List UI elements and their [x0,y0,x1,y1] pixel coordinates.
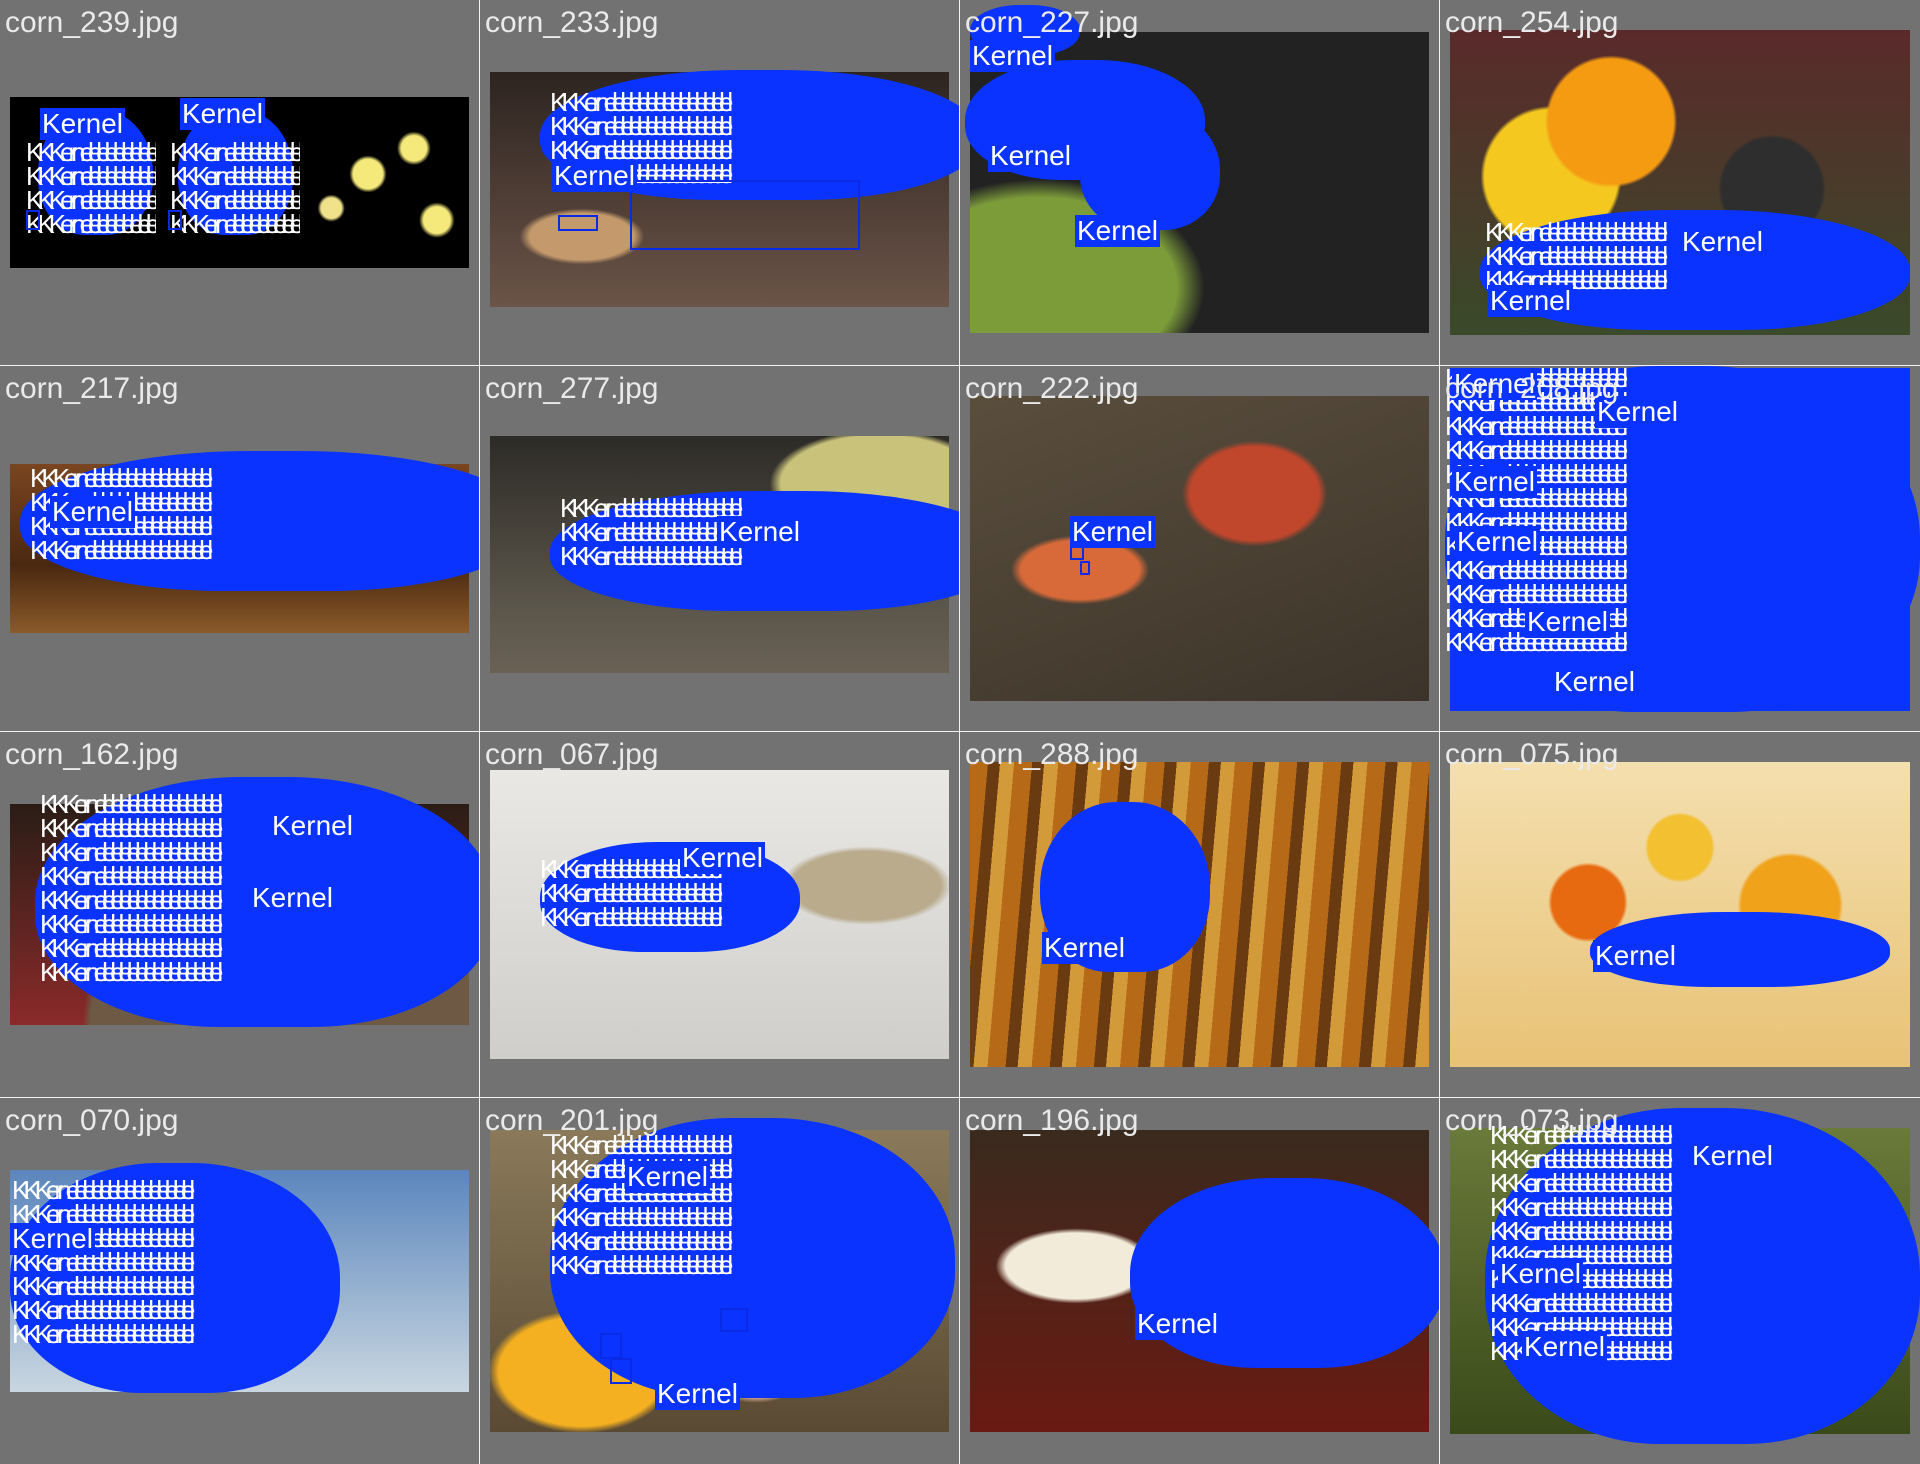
tile-filename: corn_073.jpg [1445,1104,1619,1137]
tile-filename: corn_239.jpg [5,6,179,39]
mosaic-tile: KKKernelelelelelelelelelelelelelelel KKK… [480,366,960,732]
tile-photo [970,396,1429,701]
mosaic-tile: KKKernelelelelelelelelelelelelelelel KKK… [0,0,480,366]
tile-filename: corn_222.jpg [965,372,1139,405]
tile-filename: corn_233.jpg [485,6,659,39]
tile-photo [10,97,469,268]
mosaic-tile: Kernel Kernel Kernel corn_227.jpg [960,0,1440,366]
tile-filename: corn_227.jpg [965,6,1139,39]
tile-photo [10,1170,469,1392]
tile-filename: corn_196.jpg [965,1104,1139,1137]
tile-filename: corn_067.jpg [485,738,659,771]
mosaic-tile: Kernel corn_075.jpg [1440,732,1920,1098]
mosaic-tile: Kernel corn_288.jpg [960,732,1440,1098]
mosaic-tile: Kernel corn_196.jpg [960,1098,1440,1464]
tile-filename: corn_288.jpg [965,738,1139,771]
tile-photo [490,436,949,673]
mosaic-tile: KKKernelelelelelelelelelelelelelelel KKK… [1440,0,1920,366]
mosaic-tile: KKKernelelelelelelelelelelelelelelel KKK… [0,732,480,1098]
tile-filename: corn_070.jpg [5,1104,179,1137]
mosaic-tile: KKKernelelelelelelelelelelelelelelel KKK… [1440,366,1920,732]
tile-photo [490,1130,949,1432]
tile-filename: corn_208.jpg [1445,372,1619,405]
tile-photo [970,762,1429,1067]
mosaic-tile: KKKernelelelelelelelelelelelelelelel KKK… [480,0,960,366]
tile-filename: corn_075.jpg [1445,738,1619,771]
mosaic-tile: KKKernelelelelelelelelelelelelelelel KKK… [480,732,960,1098]
mosaic-tile: KKKernelelelelelelelelelelelelelelel KKK… [0,366,480,732]
tile-photo [490,72,949,307]
tile-filename: corn_277.jpg [485,372,659,405]
tile-photo [10,804,469,1025]
tile-photo [970,1130,1429,1432]
tile-filename: corn_162.jpg [5,738,179,771]
tile-filename: corn_254.jpg [1445,6,1619,39]
mosaic-grid: KKKernelelelelelelelelelelelelelelel KKK… [0,0,1920,1464]
tile-photo [1450,368,1910,711]
tile-photo [10,464,469,633]
tile-photo [1450,1128,1910,1434]
mosaic-tile: KKKernelelelelelelelelelelelelelelel KKK… [0,1098,480,1464]
tile-photo [490,770,949,1059]
tile-photo [1450,762,1910,1067]
mosaic-tile: KKKernelelelelelelelelelelelelelelel KKK… [1440,1098,1920,1464]
tile-photo [970,32,1429,333]
mosaic-tile: KKKernelelelelelelelelelelelelelelel KKK… [480,1098,960,1464]
mosaic-tile: Kernel corn_222.jpg [960,366,1440,732]
tile-filename: corn_217.jpg [5,372,179,405]
tile-filename: corn_201.jpg [485,1104,659,1137]
tile-photo [1450,30,1910,335]
